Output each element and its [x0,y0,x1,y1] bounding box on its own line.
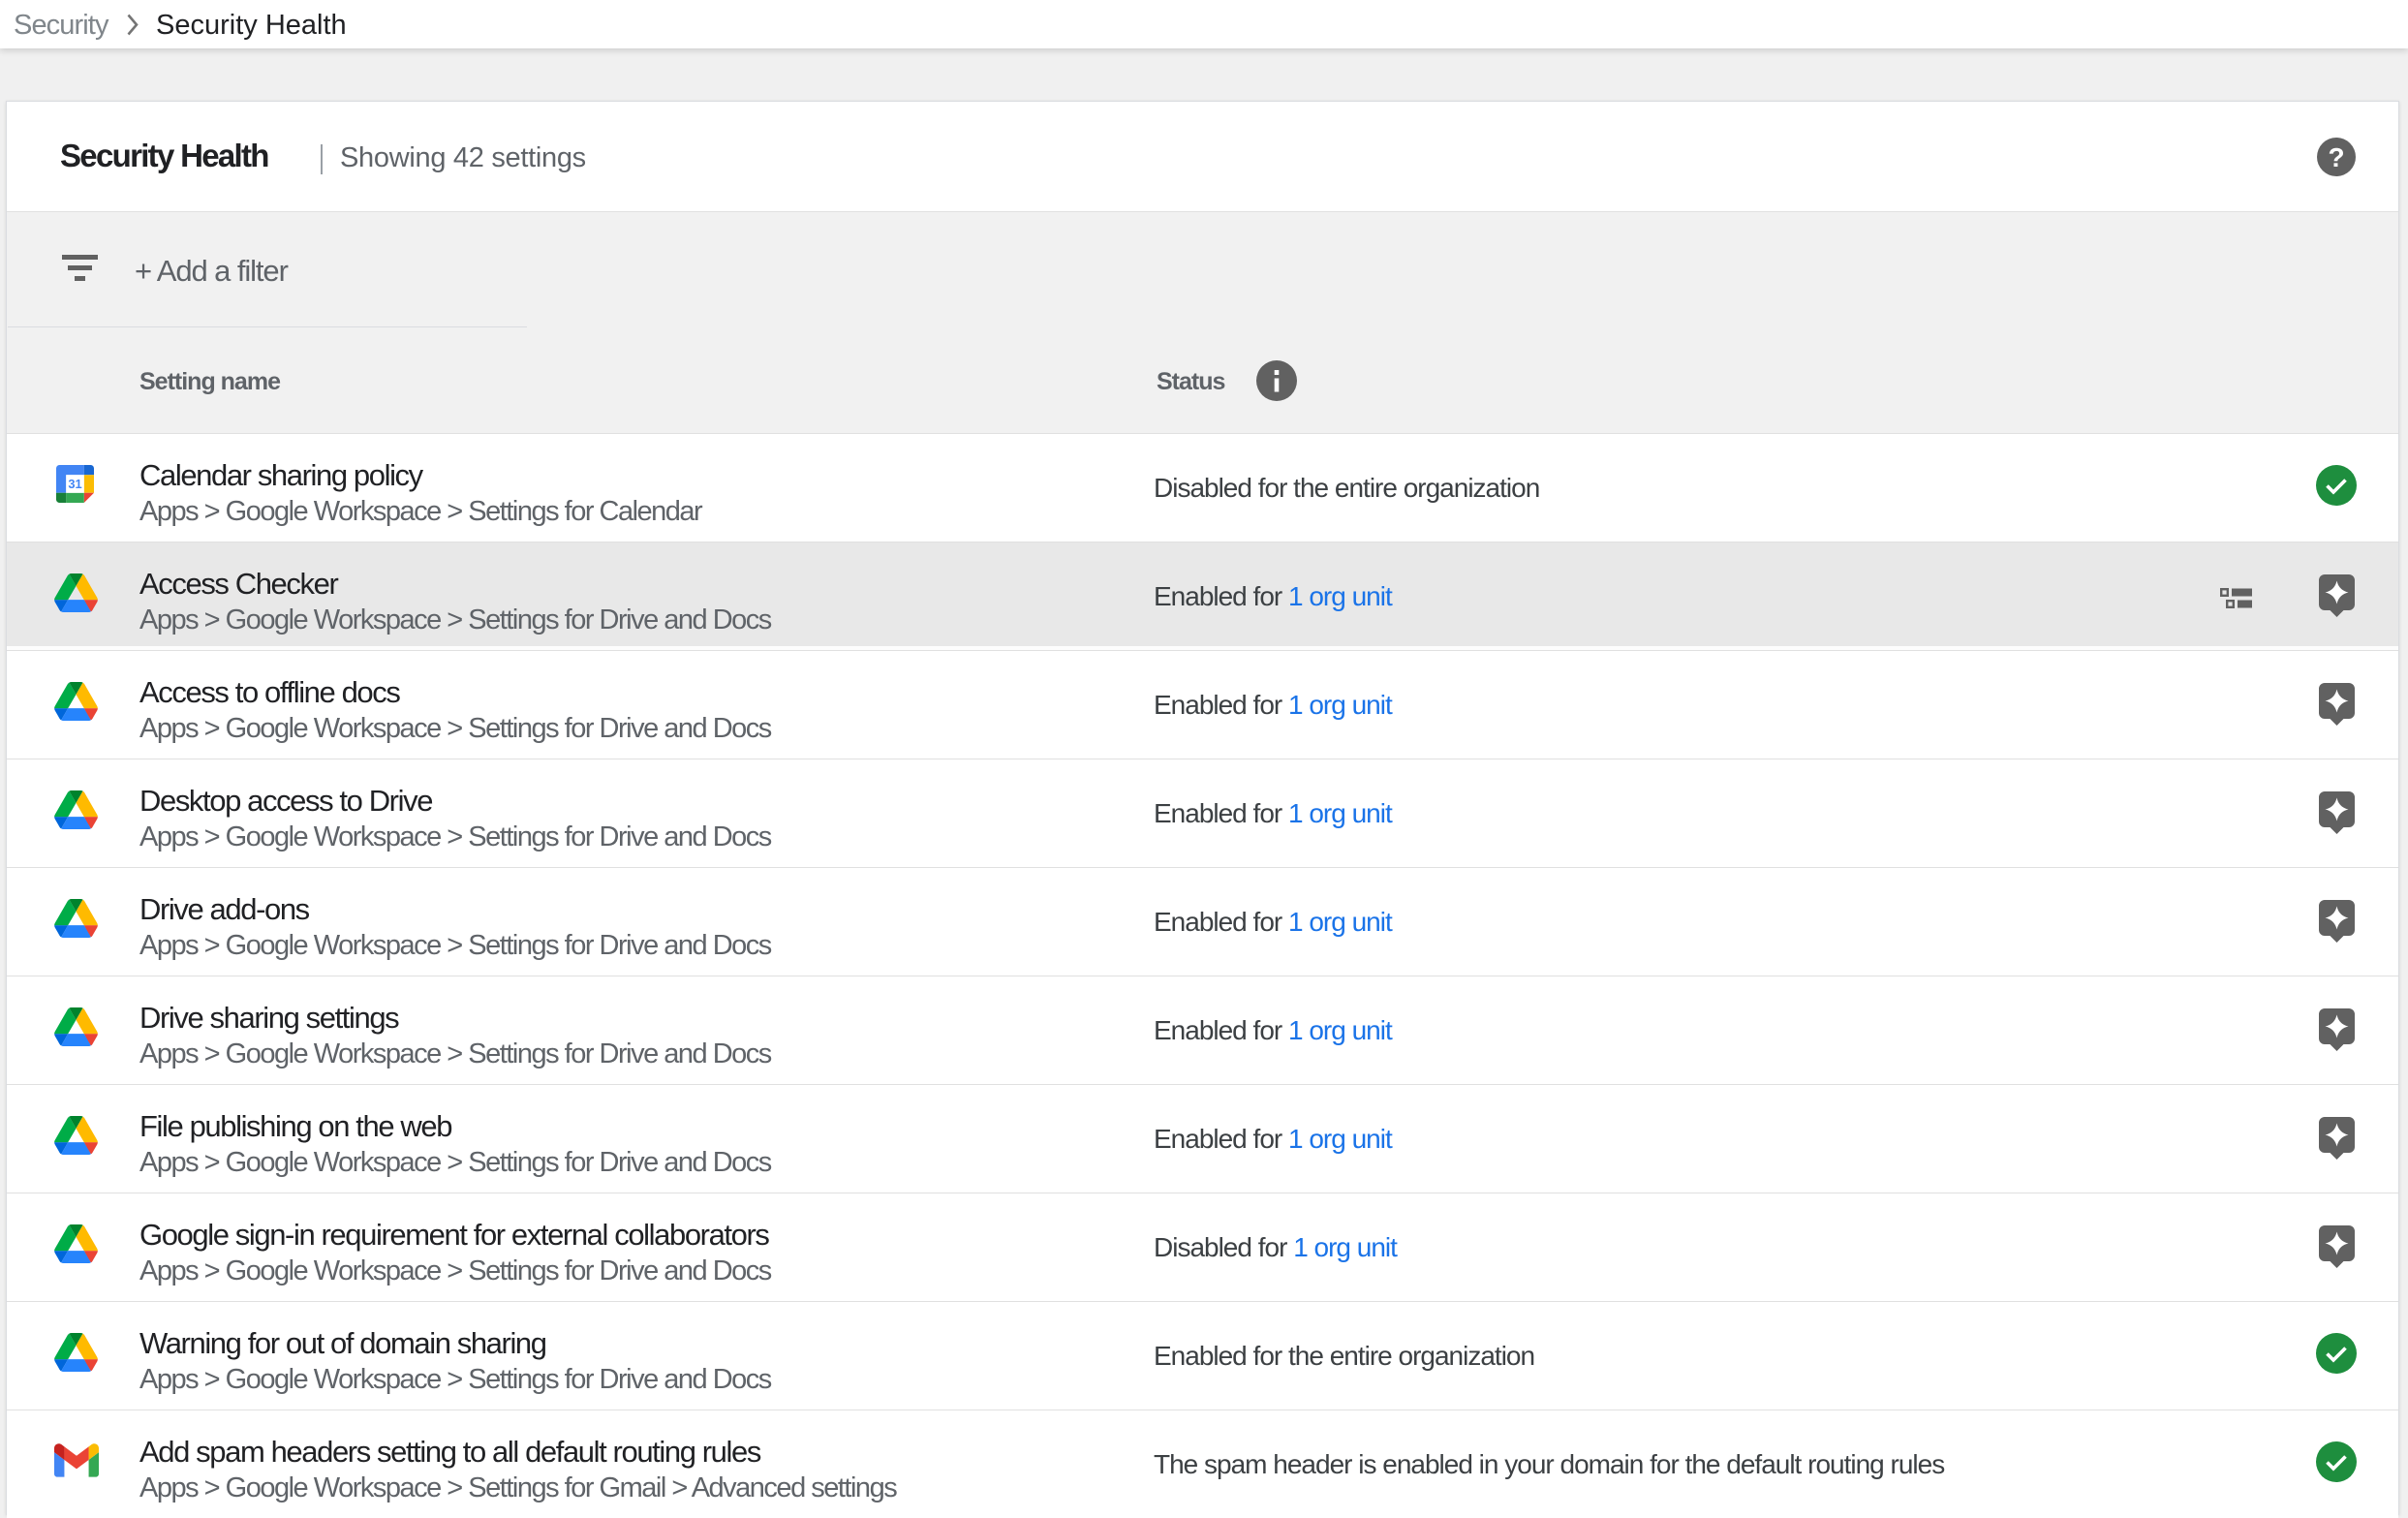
svg-text:31: 31 [68,477,81,491]
svg-text:?: ? [2328,142,2344,172]
